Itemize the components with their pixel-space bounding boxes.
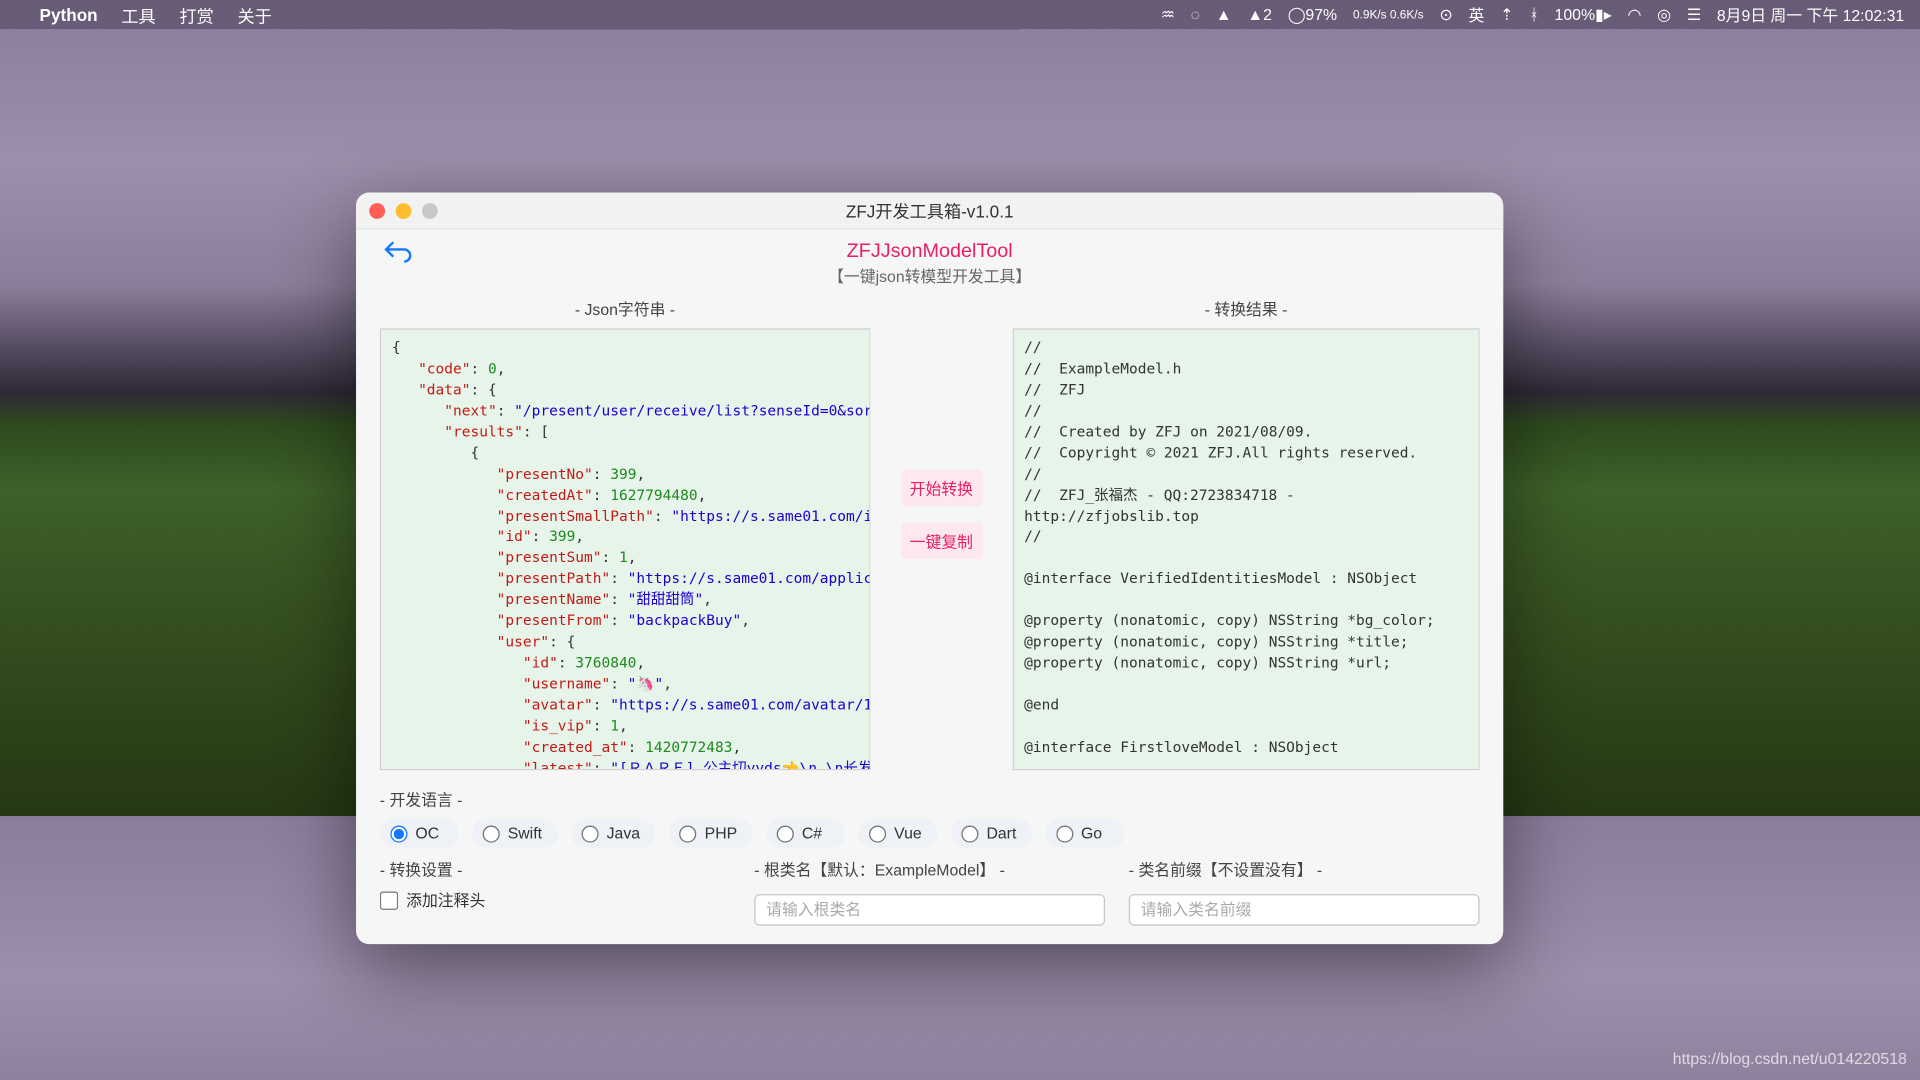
control-center-icon[interactable]: ☰: [1687, 5, 1701, 23]
copy-button[interactable]: 一键复制: [900, 522, 982, 559]
lang-radio-java[interactable]: Java: [571, 819, 656, 848]
lang-radio-dart[interactable]: Dart: [951, 819, 1032, 848]
minimize-icon[interactable]: [396, 203, 412, 219]
bell-icon[interactable]: ▲: [1216, 5, 1232, 23]
lang-radio-input[interactable]: [582, 825, 599, 842]
add-comment-checkbox-input[interactable]: [380, 891, 398, 909]
menubar-item[interactable]: 关于: [237, 2, 271, 27]
start-convert-button[interactable]: 开始转换: [900, 469, 982, 506]
lang-radio-swift[interactable]: Swift: [472, 819, 558, 848]
app-header: ZFJJsonModelTool 【一键json转模型开发工具】: [356, 229, 1503, 290]
prefix-input[interactable]: [1129, 894, 1480, 926]
window-titlebar[interactable]: ZFJ开发工具箱-v1.0.1: [356, 193, 1503, 230]
lang-radio-php[interactable]: PHP: [669, 819, 753, 848]
spotlight-icon[interactable]: ◎: [1657, 5, 1671, 23]
wifi-icon[interactable]: ◠: [1628, 5, 1642, 23]
battery-icon[interactable]: 100% ▮▸: [1555, 5, 1612, 23]
lang-section-label: - 开发语言 -: [380, 789, 1480, 811]
lang-radio-vue[interactable]: Vue: [859, 819, 938, 848]
menubar-clock[interactable]: 8月9日 周一 下午 12:02:31: [1717, 3, 1904, 25]
lang-radio-input[interactable]: [961, 825, 978, 842]
lang-radio-input[interactable]: [1056, 825, 1073, 842]
traffic-lights: [369, 203, 438, 219]
wechat-icon[interactable]: ♒︎: [1161, 5, 1175, 23]
airdrop-icon[interactable]: ⇡: [1500, 5, 1513, 23]
netspeed-icon: 0.9K/s 0.6K/s: [1353, 9, 1424, 21]
app-window: ZFJ开发工具箱-v1.0.1 ZFJJsonModelTool 【一键json…: [356, 193, 1503, 945]
left-panel-label: - Json字符串 -: [380, 298, 870, 320]
window-title: ZFJ开发工具箱-v1.0.1: [846, 198, 1014, 223]
lang-radio-label: PHP: [705, 824, 738, 842]
root-class-input[interactable]: [754, 894, 1105, 926]
globe-icon[interactable]: ◌: [1191, 5, 1200, 23]
back-button[interactable]: [380, 237, 414, 271]
notification-badge[interactable]: ▲2: [1247, 5, 1271, 23]
right-panel-label: - 转换结果 -: [1013, 298, 1480, 320]
add-comment-checkbox[interactable]: 添加注释头: [380, 889, 731, 911]
lang-radio-input[interactable]: [869, 825, 886, 842]
app-title: ZFJJsonModelTool: [356, 240, 1503, 262]
status-icon[interactable]: ⊙: [1439, 5, 1452, 23]
prefix-label: - 类名前缀【不设置没有】 -: [1129, 858, 1480, 880]
lang-radio-input[interactable]: [680, 825, 697, 842]
menubar-item[interactable]: 打赏: [179, 2, 213, 27]
lang-radio-label: C#: [802, 824, 822, 842]
zoom-icon[interactable]: [422, 203, 438, 219]
lang-radio-c#[interactable]: C#: [766, 819, 845, 848]
mac-menubar: Python 工具 打赏 关于 ♒︎ ◌ ▲ ▲2 ◯ 97% 0.9K/s 0…: [0, 0, 1920, 29]
result-box[interactable]: // // ExampleModel.h // ZFJ // // Create…: [1013, 328, 1480, 770]
app-subtitle: 【一键json转模型开发工具】: [356, 265, 1503, 287]
cpu-icon[interactable]: ◯ 97%: [1288, 5, 1337, 23]
input-lang[interactable]: 英: [1468, 3, 1484, 25]
root-class-label: - 根类名【默认：ExampleModel】 -: [754, 858, 1105, 880]
watermark: https://blog.csdn.net/u014220518: [1673, 1050, 1907, 1068]
menubar-item[interactable]: 工具: [121, 2, 155, 27]
back-arrow-icon: [382, 237, 411, 266]
lang-radio-label: Java: [607, 824, 640, 842]
menubar-app[interactable]: Python: [40, 5, 98, 25]
lang-radio-label: OC: [415, 824, 439, 842]
lang-radio-label: Vue: [894, 824, 922, 842]
close-icon[interactable]: [369, 203, 385, 219]
lang-radio-input[interactable]: [390, 825, 407, 842]
lang-radio-input[interactable]: [777, 825, 794, 842]
lang-radio-oc[interactable]: OC: [380, 819, 459, 848]
lang-radio-label: Dart: [986, 824, 1016, 842]
language-radio-group: OC Swift Java PHP C# Vue Dart Go: [380, 819, 1480, 848]
json-input-box[interactable]: { "code": 0, "data": { "next": "/present…: [380, 328, 870, 770]
lang-radio-input[interactable]: [483, 825, 500, 842]
lang-radio-go[interactable]: Go: [1045, 819, 1124, 848]
lang-radio-label: Swift: [508, 824, 542, 842]
setting-section-label: - 转换设置 -: [380, 858, 731, 880]
bluetooth-icon[interactable]: ᚼ: [1529, 5, 1538, 23]
lang-radio-label: Go: [1081, 824, 1102, 842]
